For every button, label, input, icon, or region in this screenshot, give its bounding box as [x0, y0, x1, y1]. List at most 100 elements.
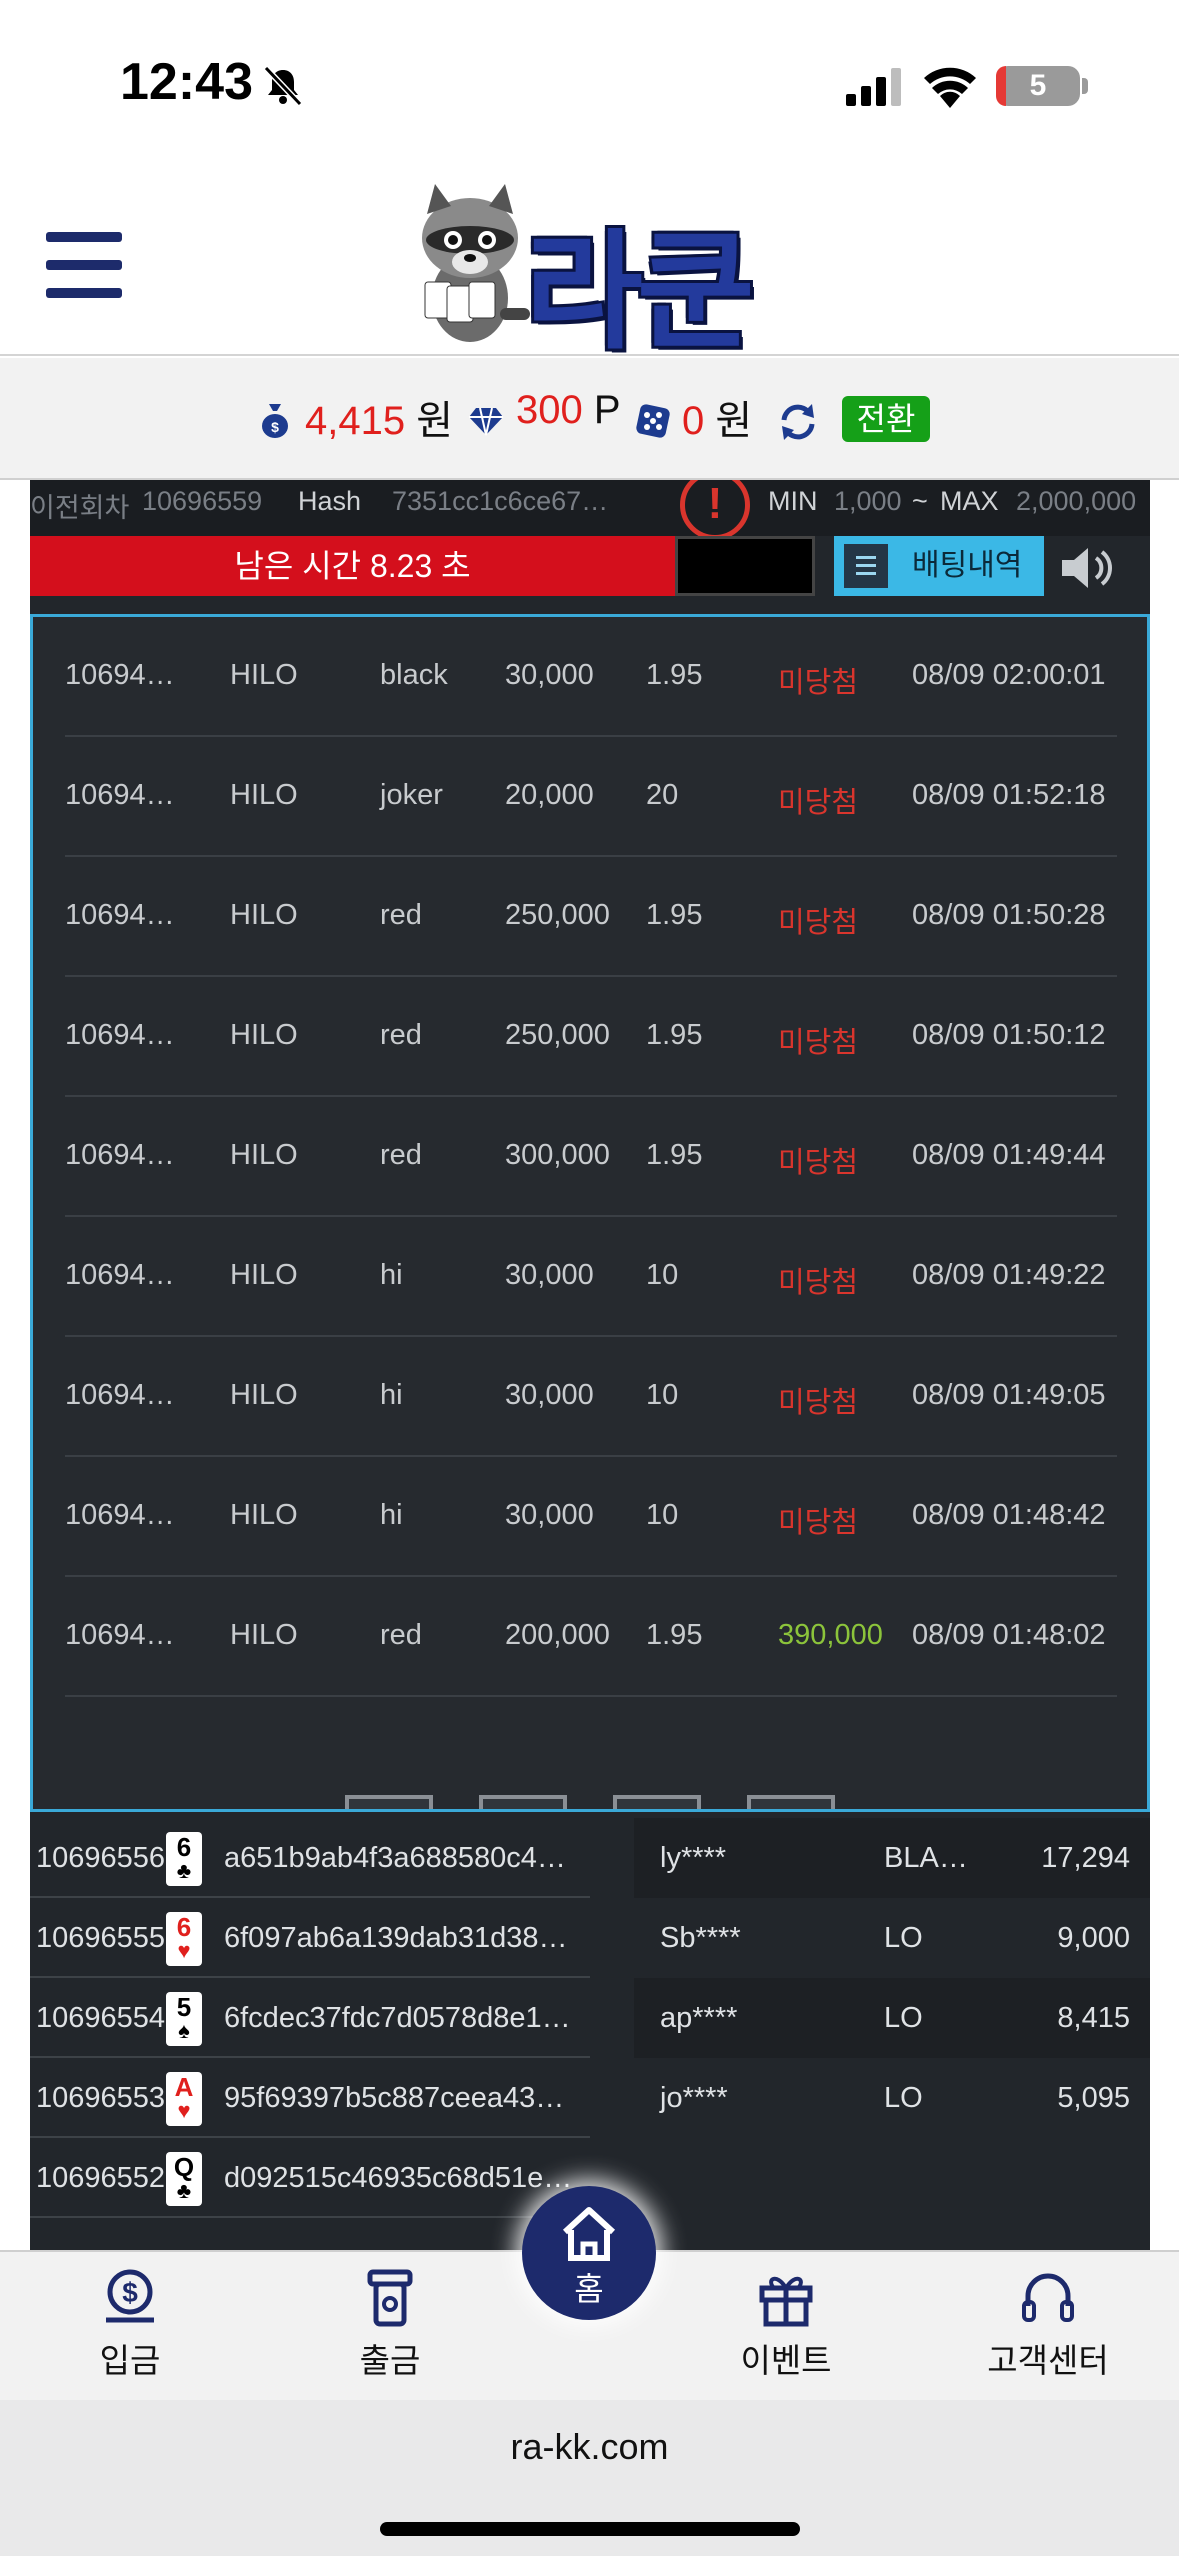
pager-button[interactable] [479, 1795, 567, 1809]
game-cell: HILO [230, 1379, 298, 1411]
tab-home-label: 홈 [574, 2271, 604, 2307]
bell-muted-icon [263, 66, 303, 106]
tab-home[interactable]: 홈 [522, 2186, 656, 2320]
logo-text: 라쿤 [525, 218, 755, 367]
site-logo[interactable]: 라쿤 [405, 178, 775, 367]
bet-history-button[interactable]: 배팅내역 [834, 536, 1044, 596]
result-cell: 미당첨 [778, 787, 859, 819]
withdraw-icon [367, 2269, 413, 2327]
time-cell: 08/09 01:49:05 [912, 1379, 1106, 1411]
pick-cell: hi [380, 1379, 403, 1411]
tab-support[interactable]: 고객센터 [958, 2266, 1138, 2396]
home-indicator [380, 2522, 800, 2536]
pager-button[interactable] [747, 1795, 835, 1809]
convert-button[interactable]: 전환 [842, 396, 930, 442]
prev-round-label: 이전회차 [30, 493, 130, 523]
round-hash: d092515c46935c68d51e… [224, 2162, 573, 2194]
money-balance-value: 4,415 [305, 399, 406, 443]
bet-pick: LO [884, 1922, 923, 1954]
timer-row: 남은 시간 8.23 초 배팅내역 [30, 536, 1150, 598]
card-rank: 6 [176, 1832, 192, 1862]
casino-balance-value: 0 [682, 399, 705, 443]
game-cell: HILO [230, 1259, 298, 1291]
table-row: 10694… HILO red 300,000 1.95 미당첨 08/09 01:49:4… [65, 1097, 1117, 1217]
pick-cell: red [380, 1019, 422, 1051]
dice-icon [636, 404, 670, 438]
wifi-icon [924, 67, 976, 108]
round-result-row[interactable]: 10696556 6 ♣ a651b9ab4f3a688580c4… [30, 1818, 590, 1898]
url-text[interactable]: ra-kk.com [0, 2426, 1179, 2468]
round-cell: 10694… [65, 659, 175, 691]
diamond-icon [469, 407, 503, 436]
game-area: 이전회차 10696559 Hash 7351cc1c6ce67… ! MIN … [30, 480, 1150, 2250]
money-bag-icon: $ [262, 404, 288, 438]
speaker-icon[interactable] [1060, 546, 1116, 590]
odds-cell: 10 [646, 1259, 679, 1291]
table-row: 10694… HILO red 250,000 1.95 미당첨 08/09 01:50:2… [65, 857, 1117, 977]
round-result-row[interactable]: 10696552 Q ♣ d092515c46935c68d51e… [30, 2138, 590, 2218]
casino-balance: 0 원 [682, 388, 752, 446]
bet-history-panel[interactable]: 10694… HILO black 30,000 1.95 미당첨 08/09 02:00:… [30, 614, 1150, 1812]
headset-icon [1022, 2273, 1074, 2322]
playing-card: 6 ♥ [166, 1912, 202, 1966]
table-row: 10694… HILO hi 30,000 10 미당첨 08/09 01:49:22 [65, 1217, 1117, 1337]
prev-round-value: 10696559 [142, 486, 263, 516]
table-row: 10694… HILO red 200,000 1.95 390,000 08/09 01:… [65, 1577, 1117, 1697]
battery-tip [1082, 78, 1088, 94]
battery-indicator: 5 [996, 66, 1080, 106]
max-label: MAX [940, 486, 999, 516]
result-cell: 미당첨 [778, 667, 859, 699]
table-row: 10694… HILO hi 30,000 10 미당첨 08/09 01:49:05 [65, 1337, 1117, 1457]
table-row: 10694… HILO hi 30,000 10 미당첨 08/09 01:48:42 [65, 1457, 1117, 1577]
bet-amount: 5,095 [1057, 2082, 1130, 2114]
round-number: 10696554 [36, 2002, 166, 2034]
round-result-row[interactable]: 10696555 6 ♥ 6f097ab6a139dab31d38… [30, 1898, 590, 1978]
round-number: 10696555 [36, 1922, 166, 1954]
tab-event[interactable]: 이벤트 [696, 2266, 876, 2396]
round-cell: 10694… [65, 899, 175, 931]
browser-url-bar: ra-kk.com [0, 2400, 1179, 2556]
tab-deposit-label: 입금 [99, 2342, 161, 2379]
round-hash: 6f097ab6a139dab31d38… [224, 1922, 568, 1954]
game-cell: HILO [230, 659, 298, 691]
card-suit-icon: ♣ [176, 1858, 192, 1883]
deposit-coin-icon: $ [106, 2269, 154, 2323]
live-bet-row: Sb**** LO 9,000 [634, 1898, 1150, 1978]
game-cell: HILO [230, 779, 298, 811]
round-result-row[interactable]: 10696553 A ♥ 95f69397b5c887ceea43… [30, 2058, 590, 2138]
table-row: 10694… HILO black 30,000 1.95 미당첨 08/09 02:00:… [65, 617, 1117, 737]
svg-text:$: $ [122, 2277, 138, 2308]
svg-text:$: $ [271, 419, 279, 435]
refresh-icon[interactable] [778, 402, 818, 442]
odds-cell: 1.95 [646, 899, 703, 931]
amount-cell: 200,000 [505, 1619, 610, 1651]
pager-button[interactable] [345, 1795, 433, 1809]
card-rank: A [174, 2072, 194, 2102]
tab-deposit[interactable]: $ 입금 [40, 2266, 220, 2396]
card-suit-icon: ♣ [176, 2178, 192, 2203]
round-hash: 95f69397b5c887ceea43… [224, 2082, 565, 2114]
pick-cell: hi [380, 1499, 403, 1531]
list-icon [844, 544, 888, 588]
home-icon [562, 2207, 616, 2261]
tab-withdraw-label: 출금 [359, 2342, 421, 2379]
min-label: MIN [768, 486, 818, 516]
raccoon-mascot-icon [422, 184, 530, 342]
round-cell: 10694… [65, 1499, 175, 1531]
hash-label: Hash [298, 486, 362, 516]
point-balance-unit: P [593, 388, 621, 432]
hamburger-menu-icon[interactable] [46, 232, 122, 298]
round-cell: 10694… [65, 1379, 175, 1411]
amount-cell: 250,000 [505, 1019, 610, 1051]
bettor-name: ly**** [660, 1842, 727, 1874]
point-balance: 300 P [516, 388, 621, 433]
time-cell: 08/09 01:50:28 [912, 899, 1106, 931]
odds-cell: 1.95 [646, 1139, 703, 1171]
pager-button[interactable] [613, 1795, 701, 1809]
round-result-row[interactable]: 10696554 5 ♠ 6fcdec37fdc7d0578d8e1… [30, 1978, 590, 2058]
card-suit-icon: ♥ [177, 1938, 191, 1963]
warning-icon[interactable]: ! [680, 480, 750, 540]
card-suit-icon: ♥ [177, 2098, 191, 2123]
time-cell: 08/09 01:50:12 [912, 1019, 1106, 1051]
tab-withdraw[interactable]: 출금 [300, 2266, 480, 2396]
